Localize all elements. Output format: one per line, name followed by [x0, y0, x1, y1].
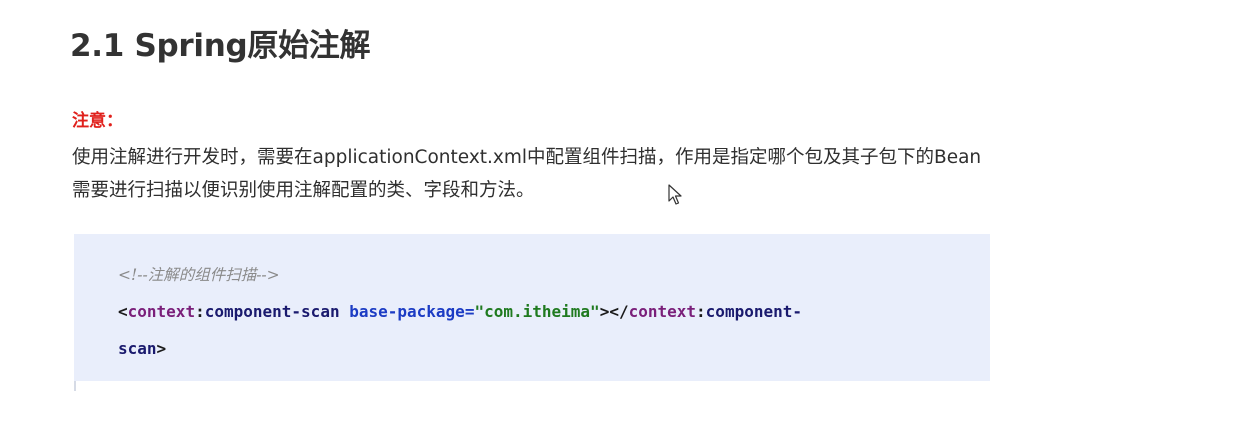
code-punct: >: [156, 339, 167, 358]
code-content: <!--注解的组件扫描--> <context:component-scan b…: [118, 260, 802, 371]
code-punct: :: [696, 302, 706, 321]
code-equals: =: [464, 302, 475, 321]
code-punct: <: [118, 302, 128, 321]
code-punct: ></: [599, 302, 629, 321]
note-line-2: 需要进行扫描以便识别使用注解配置的类、字段和方法。: [72, 180, 535, 201]
code-line-3: scan>: [118, 334, 802, 371]
code-tag-name: component-: [705, 302, 802, 321]
code-tag-name: component-scan: [204, 302, 340, 321]
code-line-2: <context:component-scan base-package="co…: [118, 297, 802, 334]
note-paragraph: 使用注解进行开发时，需要在applicationContext.xml中配置组件…: [72, 141, 1052, 207]
code-block-edge: [74, 381, 76, 391]
code-punct: :: [195, 302, 205, 321]
code-namespace: context: [628, 302, 697, 321]
code-tag-name: scan: [118, 339, 157, 358]
code-attribute: base-package: [349, 302, 465, 321]
code-attribute-value: "com.itheima": [474, 302, 600, 321]
code-namespace: context: [127, 302, 196, 321]
code-comment-line: <!--注解的组件扫描-->: [118, 260, 802, 297]
note-line-1: 使用注解进行开发时，需要在applicationContext.xml中配置组件…: [72, 147, 982, 168]
mouse-pointer-icon: [668, 184, 682, 205]
note-label: 注意：: [72, 111, 123, 131]
section-title: 2.1 Spring原始注解: [70, 28, 371, 64]
code-comment: <!--注解的组件扫描-->: [118, 266, 280, 284]
